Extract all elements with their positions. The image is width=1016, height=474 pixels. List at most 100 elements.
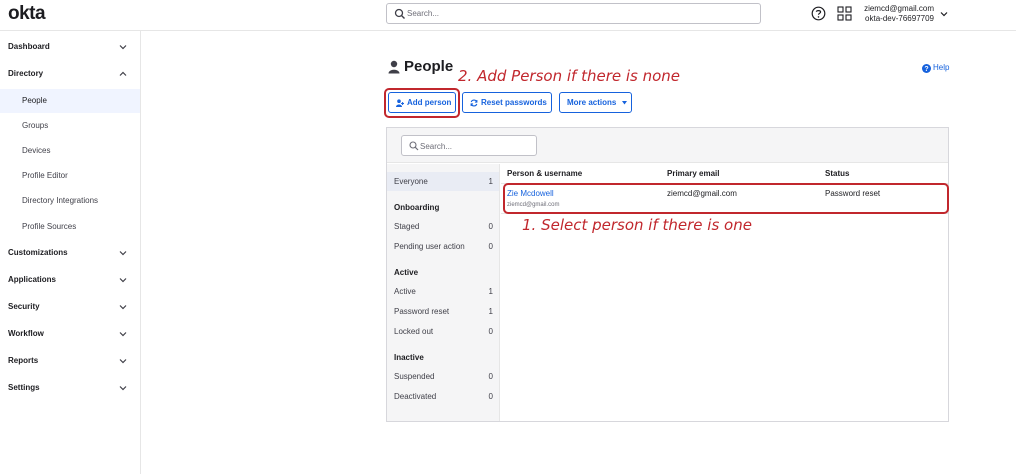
reset-passwords-label: Reset passwords bbox=[481, 98, 547, 107]
sidebar-section-label: Dashboard bbox=[8, 42, 50, 51]
global-search-input[interactable] bbox=[407, 6, 747, 21]
user-menu[interactable]: ziemcd@gmail.com okta-dev-76697709 bbox=[858, 4, 950, 26]
people-search-input[interactable] bbox=[420, 139, 530, 153]
sidebar-item-label: Devices bbox=[22, 146, 51, 155]
filter-pending-user-action[interactable]: Pending user action 0 bbox=[387, 237, 499, 256]
sidebar-item-devices[interactable]: Devices bbox=[0, 139, 140, 163]
user-email: ziemcd@gmail.com bbox=[864, 4, 934, 13]
sidebar-item-label: People bbox=[22, 96, 47, 105]
sidebar-section-applications[interactable]: Applications bbox=[0, 268, 140, 292]
okta-logo[interactable]: okta bbox=[8, 3, 46, 25]
sidebar-item-people[interactable]: People bbox=[0, 89, 140, 113]
column-header-person[interactable]: Person & username bbox=[507, 169, 582, 178]
filter-password-reset[interactable]: Password reset 1 bbox=[387, 302, 499, 321]
sidebar-item-profile-sources[interactable]: Profile Sources bbox=[0, 215, 140, 239]
filter-deactivated[interactable]: Deactivated 0 bbox=[387, 387, 499, 406]
sidebar-section-dashboard[interactable]: Dashboard bbox=[0, 35, 140, 59]
sidebar-section-label: Settings bbox=[8, 383, 40, 392]
column-header-email[interactable]: Primary email bbox=[667, 169, 719, 178]
filter-label: Suspended bbox=[394, 372, 435, 381]
filter-label: Deactivated bbox=[394, 392, 437, 401]
top-bar: okta ziemcd@gmail.com okta-dev-76697709 bbox=[0, 0, 1016, 31]
filter-count: 0 bbox=[488, 327, 493, 336]
chevron-down-icon bbox=[119, 332, 127, 337]
sidebar-section-security[interactable]: Security bbox=[0, 295, 140, 319]
caret-down-icon bbox=[622, 101, 627, 105]
panel-toolbar bbox=[387, 128, 948, 163]
sidebar-item-label: Directory Integrations bbox=[22, 196, 99, 205]
sidebar-section-reports[interactable]: Reports bbox=[0, 349, 140, 373]
chevron-down-icon bbox=[119, 278, 127, 283]
filter-label: Locked out bbox=[394, 327, 434, 336]
sidebar-section-directory[interactable]: Directory bbox=[0, 62, 140, 86]
chevron-up-icon bbox=[119, 71, 127, 76]
help-label: Help bbox=[933, 63, 950, 72]
filter-active[interactable]: Active 1 bbox=[387, 282, 499, 301]
chevron-down-icon bbox=[119, 386, 127, 391]
sidebar-section-label: Customizations bbox=[8, 248, 68, 257]
refresh-icon bbox=[470, 99, 478, 107]
filter-label: Staged bbox=[394, 222, 420, 231]
filter-sidebar: Everyone 1 Onboarding Staged 0 Pending u… bbox=[387, 164, 500, 421]
chevron-down-icon bbox=[940, 12, 948, 17]
sidebar-item-groups[interactable]: Groups bbox=[0, 114, 140, 138]
highlight-person-row bbox=[503, 183, 949, 214]
chevron-down-icon bbox=[119, 45, 127, 50]
filter-suspended[interactable]: Suspended 0 bbox=[387, 367, 499, 386]
annotation-add-person: 2. Add Person if there is none bbox=[458, 67, 681, 85]
filter-label: Everyone bbox=[394, 177, 428, 186]
filter-label: Active bbox=[394, 287, 416, 296]
sidebar-section-customizations[interactable]: Customizations bbox=[0, 241, 140, 265]
add-person-label: Add person bbox=[407, 98, 452, 107]
filter-count: 0 bbox=[488, 372, 493, 381]
person-icon bbox=[388, 60, 400, 74]
filter-heading-inactive: Inactive bbox=[394, 353, 424, 362]
column-header-status[interactable]: Status bbox=[825, 169, 849, 178]
sidebar-section-label: Directory bbox=[8, 69, 44, 78]
filter-everyone[interactable]: Everyone 1 bbox=[387, 172, 499, 191]
more-actions-button[interactable]: More actions bbox=[559, 92, 632, 113]
search-icon bbox=[409, 141, 419, 151]
help-circle-icon: ? bbox=[922, 64, 931, 73]
filter-label: Pending user action bbox=[394, 242, 465, 251]
filter-count: 0 bbox=[488, 222, 493, 231]
sidebar-item-label: Profile Sources bbox=[22, 222, 77, 231]
table-header: Person & username Primary email Status bbox=[501, 164, 948, 184]
filter-label: Password reset bbox=[394, 307, 450, 316]
sidebar-item-directory-integrations[interactable]: Directory Integrations bbox=[0, 189, 140, 213]
help-icon[interactable] bbox=[811, 6, 826, 21]
sidebar-section-settings[interactable]: Settings bbox=[0, 376, 140, 400]
annotation-select-person: 1. Select person if there is one bbox=[522, 216, 752, 234]
chevron-down-icon bbox=[119, 305, 127, 310]
sidebar-section-workflow[interactable]: Workflow bbox=[0, 322, 140, 346]
filter-count: 0 bbox=[488, 242, 493, 251]
sidebar-item-label: Groups bbox=[22, 121, 49, 130]
filter-count: 1 bbox=[488, 287, 493, 296]
filter-heading-active: Active bbox=[394, 268, 419, 277]
filter-heading-onboarding: Onboarding bbox=[394, 203, 440, 212]
global-search[interactable] bbox=[386, 3, 761, 24]
people-search[interactable] bbox=[401, 135, 537, 156]
sidebar-section-label: Workflow bbox=[8, 329, 44, 338]
reset-passwords-button[interactable]: Reset passwords bbox=[462, 92, 552, 113]
filter-locked-out[interactable]: Locked out 0 bbox=[387, 322, 499, 341]
filter-count: 1 bbox=[488, 307, 493, 316]
svg-text:?: ? bbox=[924, 66, 928, 73]
chevron-down-icon bbox=[119, 251, 127, 256]
sidebar: Dashboard Directory People Groups Device… bbox=[0, 31, 141, 474]
filter-count: 1 bbox=[488, 177, 493, 186]
more-actions-label: More actions bbox=[567, 98, 617, 107]
people-panel: Everyone 1 Onboarding Staged 0 Pending u… bbox=[386, 127, 949, 422]
sidebar-item-label: Profile Editor bbox=[22, 171, 68, 180]
filter-staged[interactable]: Staged 0 bbox=[387, 217, 499, 236]
sidebar-section-label: Reports bbox=[8, 356, 39, 365]
org-name: okta-dev-76697709 bbox=[865, 14, 934, 23]
page-title-text: People bbox=[404, 58, 454, 75]
search-icon bbox=[394, 8, 405, 19]
app-grid-icon[interactable] bbox=[837, 6, 852, 21]
sidebar-item-profile-editor[interactable]: Profile Editor bbox=[0, 164, 140, 188]
filter-count: 0 bbox=[488, 392, 493, 401]
sidebar-section-label: Security bbox=[8, 302, 40, 311]
sidebar-section-label: Applications bbox=[8, 275, 57, 284]
add-person-button[interactable]: Add person bbox=[388, 92, 456, 113]
